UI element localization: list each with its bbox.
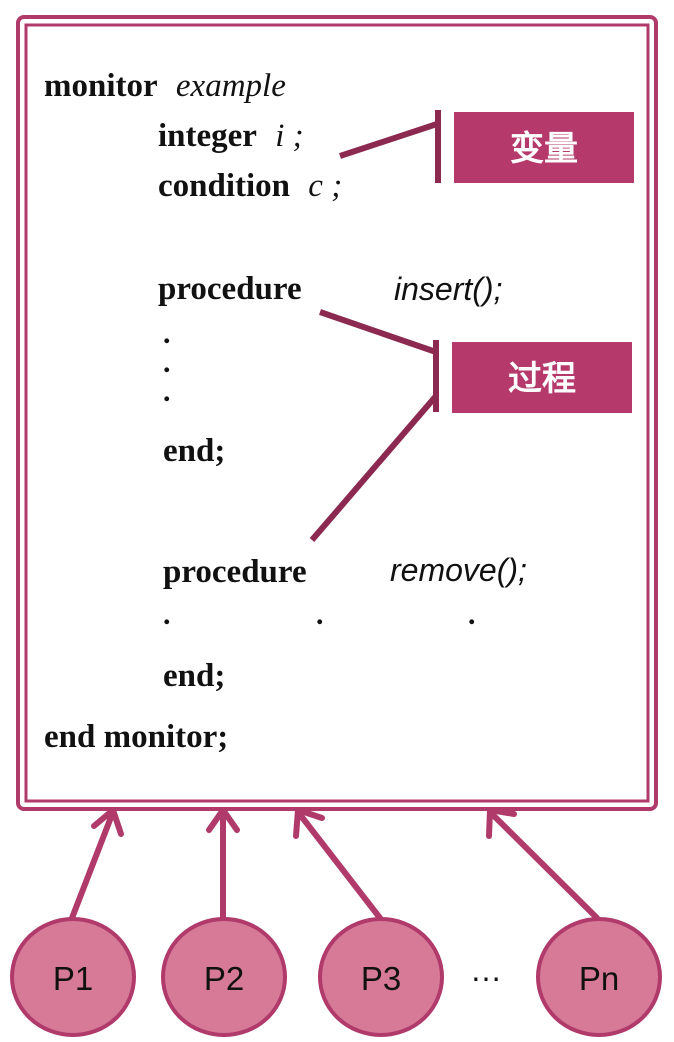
arrow-p3 [293, 807, 383, 921]
svg-text:condition c ;: condition c ; [158, 168, 342, 204]
procedure-2-dot-1: . [163, 598, 171, 631]
monitor-diagram: monitor example integer i ; condition c … [10, 15, 662, 1037]
variables-connector-line [339, 121, 438, 159]
variables-tag-label: 变量 [510, 129, 578, 169]
procedures-tag-label: 过程 [508, 359, 576, 399]
arrow-pn [486, 807, 600, 921]
integer-keyword: integer [158, 118, 257, 154]
procedures-annotation: 过程 [309, 309, 632, 542]
end-monitor: end monitor; [44, 719, 228, 755]
process-p3: P3 [318, 917, 444, 1037]
procedures-connector-line-bottom [309, 394, 439, 542]
procedure-name-insert: insert(); [394, 271, 502, 307]
procedures-connector-line-top [319, 309, 437, 355]
process-p2: P2 [161, 917, 287, 1037]
process-p3-label: P3 [361, 960, 401, 997]
end-procedure-2: end; [163, 658, 225, 694]
condition-keyword: condition [158, 168, 290, 204]
end-procedure-1: end; [163, 433, 225, 469]
procedure-2-dot-2: . [316, 598, 324, 631]
integer-semicolon: ; [293, 118, 304, 154]
process-p1: P1 [10, 917, 136, 1037]
procedure-1-dot-3: . [163, 375, 171, 408]
procedure-keyword-2: procedure [163, 554, 307, 590]
procedure-2-dot-3: . [468, 598, 476, 631]
process-p1-label: P1 [53, 960, 93, 997]
procedure-keyword-1: procedure [158, 271, 302, 307]
condition-semicolon: ; [331, 168, 342, 204]
processes: P1 P2 P3 … Pn [10, 917, 662, 1037]
process-p2-label: P2 [204, 960, 244, 997]
process-ellipsis: … [470, 952, 502, 988]
monitor-keyword: monitor [44, 68, 158, 104]
process-pn: Pn [536, 917, 662, 1037]
variables-annotation: 变量 [339, 110, 634, 183]
monitor-name: example [176, 68, 286, 104]
process-pn-label: Pn [579, 960, 619, 997]
integer-variable: i [275, 118, 284, 154]
condition-variable: c [308, 168, 323, 204]
svg-text:integer i ;: integer i ; [158, 118, 304, 154]
arrow-p1 [69, 807, 124, 921]
process-arrows [69, 807, 600, 921]
svg-text:monitor example: monitor example [44, 68, 286, 104]
arrow-p2 [206, 807, 240, 921]
procedure-name-remove: remove(); [390, 552, 527, 588]
